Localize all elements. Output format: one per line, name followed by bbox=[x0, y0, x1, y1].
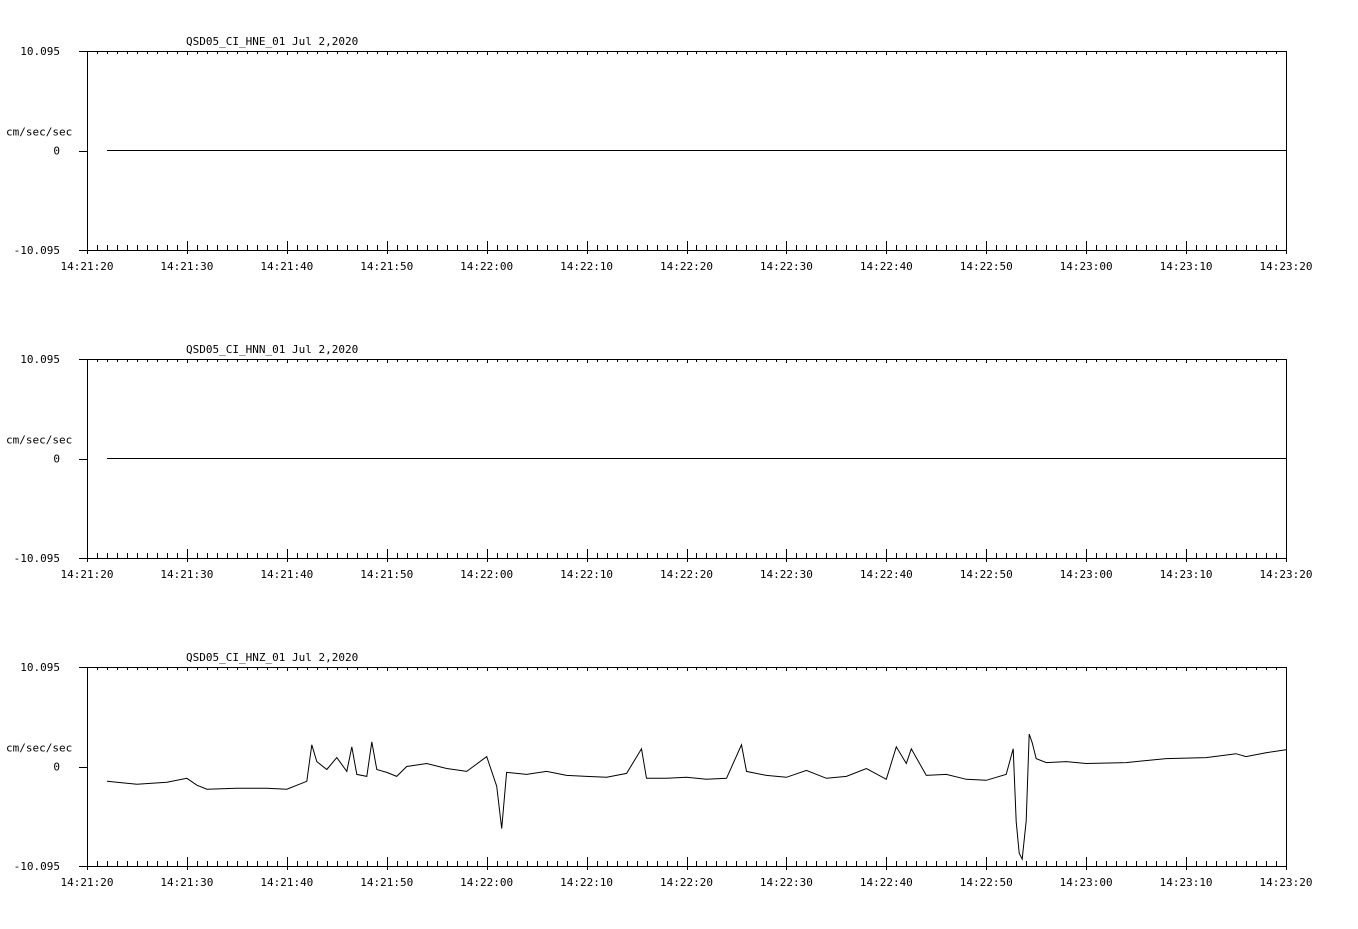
x-tick-label: 14:22:10 bbox=[560, 876, 613, 889]
x-tick-label: 14:21:50 bbox=[360, 260, 413, 273]
y-tick-label: 10.095 bbox=[20, 661, 60, 674]
x-tick-label: 14:22:50 bbox=[960, 260, 1013, 273]
y-axis-label: cm/sec/sec bbox=[6, 126, 72, 139]
y-tick-label: 0 bbox=[53, 145, 60, 158]
x-tick-label: 14:22:40 bbox=[860, 876, 913, 889]
plot-frame bbox=[87, 667, 1287, 867]
x-tick-label: 14:22:10 bbox=[560, 260, 613, 273]
chart-panel-2: 10.095 0 -10.095 cm/sec/sec QSD05_CI_HNN_01 … bbox=[6, 343, 1312, 581]
x-tick-label: 14:21:20 bbox=[61, 568, 114, 581]
x-tick-label: 14:23:00 bbox=[1060, 260, 1113, 273]
x-tick-label: 14:23:00 bbox=[1060, 876, 1113, 889]
x-tick-label: 14:22:00 bbox=[460, 260, 513, 273]
x-tick-label: 14:21:20 bbox=[61, 260, 114, 273]
y-tick-label: 0 bbox=[53, 761, 60, 774]
chart-title: QSD05_CI_HNN_01 Jul 2,2020 bbox=[186, 343, 358, 356]
x-tick-label: 14:22:30 bbox=[760, 876, 813, 889]
x-tick-label: 14:23:00 bbox=[1060, 568, 1113, 581]
x-tick-label: 14:23:20 bbox=[1260, 876, 1313, 889]
x-tick-label: 14:22:10 bbox=[560, 568, 613, 581]
y-tick-label: -10.095 bbox=[14, 244, 60, 257]
seismogram-charts: 10.095 0 -10.095 cm/sec/sec QSD05_CI_HNE_01 … bbox=[6, 35, 1312, 889]
x-tick-label: 14:22:00 bbox=[460, 568, 513, 581]
x-tick-label: 14:21:40 bbox=[260, 876, 313, 889]
x-tick-label: 14:22:30 bbox=[760, 568, 813, 581]
x-tick-label: 14:23:10 bbox=[1160, 260, 1213, 273]
x-tick-label: 14:23:10 bbox=[1160, 876, 1213, 889]
x-tick-label: 14:21:50 bbox=[360, 568, 413, 581]
chart-panel-3: 10.095 0 -10.095 cm/sec/sec QSD05_CI_HNZ_01 … bbox=[6, 651, 1312, 889]
x-tick-label: 14:21:30 bbox=[160, 876, 213, 889]
x-tick-label: 14:22:30 bbox=[760, 260, 813, 273]
x-tick-label: 14:22:20 bbox=[660, 568, 713, 581]
x-tick-label: 14:22:40 bbox=[860, 568, 913, 581]
x-tick-label: 14:22:50 bbox=[960, 568, 1013, 581]
x-tick-label: 14:21:20 bbox=[61, 876, 114, 889]
y-axis-label: cm/sec/sec bbox=[6, 742, 72, 755]
seismogram-page: 10.095 0 -10.095 cm/sec/sec QSD05_CI_HNE_01 … bbox=[0, 0, 1358, 924]
y-tick-label: 10.095 bbox=[20, 45, 60, 58]
x-tick-label: 14:23:20 bbox=[1260, 260, 1313, 273]
x-tick-label: 14:22:50 bbox=[960, 876, 1013, 889]
x-tick-label: 14:21:40 bbox=[260, 568, 313, 581]
y-tick-label: 10.095 bbox=[20, 353, 60, 366]
x-tick-label: 14:22:00 bbox=[460, 876, 513, 889]
y-axis-label: cm/sec/sec bbox=[6, 434, 72, 447]
y-tick-label: -10.095 bbox=[14, 552, 60, 565]
chart-title: QSD05_CI_HNZ_01 Jul 2,2020 bbox=[186, 651, 358, 664]
x-tick-label: 14:21:40 bbox=[260, 260, 313, 273]
y-tick-label: -10.095 bbox=[14, 860, 60, 873]
x-tick-label: 14:21:50 bbox=[360, 876, 413, 889]
x-tick-label: 14:21:30 bbox=[160, 260, 213, 273]
x-tick-label: 14:21:30 bbox=[160, 568, 213, 581]
x-tick-label: 14:22:20 bbox=[660, 260, 713, 273]
waveform-trace bbox=[106, 733, 1287, 861]
x-tick-label: 14:22:40 bbox=[860, 260, 913, 273]
chart-title: QSD05_CI_HNE_01 Jul 2,2020 bbox=[186, 35, 358, 48]
x-tick-label: 14:22:20 bbox=[660, 876, 713, 889]
chart-panel-1: 10.095 0 -10.095 cm/sec/sec QSD05_CI_HNE_01 … bbox=[6, 35, 1312, 273]
y-tick-label: 0 bbox=[53, 453, 60, 466]
x-tick-label: 14:23:20 bbox=[1260, 568, 1313, 581]
x-tick-label: 14:23:10 bbox=[1160, 568, 1213, 581]
